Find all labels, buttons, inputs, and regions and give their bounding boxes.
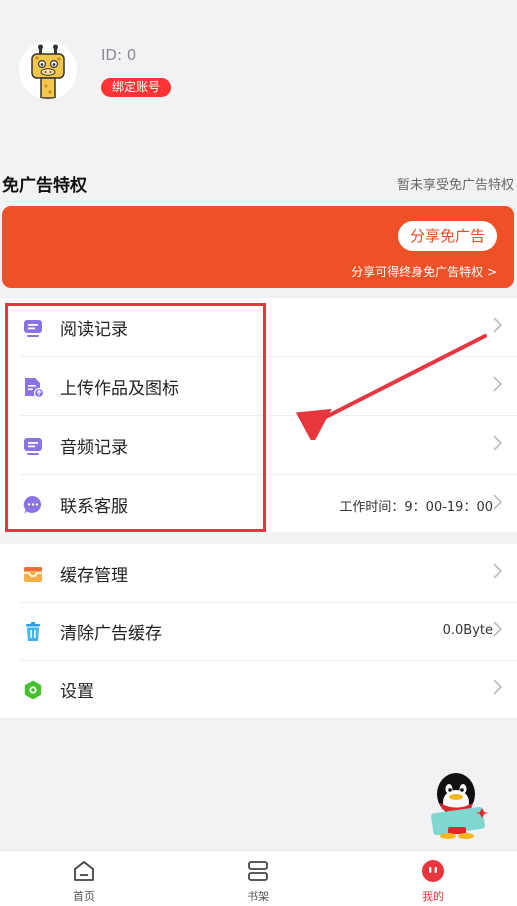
bookshelf-icon xyxy=(246,859,270,883)
home-icon xyxy=(72,859,96,883)
share-ad-free-button[interactable]: 分享免广告 xyxy=(397,221,497,251)
chevron-right-icon xyxy=(491,560,505,582)
chevron-right-icon xyxy=(491,432,505,454)
ad-free-section-title: 免广告特权 xyxy=(2,176,87,196)
join-qq-group-badge[interactable] xyxy=(418,772,496,842)
chevron-right-icon xyxy=(491,314,505,336)
tab-label: 书架 xyxy=(247,890,269,903)
chevron-right-icon xyxy=(491,618,505,640)
menu-item-clear-ad-cache[interactable]: 清除广告缓存 0.0Byte xyxy=(0,602,517,660)
qq-penguin-icon xyxy=(431,773,488,839)
menu-item-label: 设置 xyxy=(60,682,94,702)
gear-icon xyxy=(22,679,44,701)
menu-item-label: 缓存管理 xyxy=(60,566,128,586)
avatar[interactable] xyxy=(19,41,77,99)
chevron-right-icon xyxy=(491,676,505,698)
tab-label: 我的 xyxy=(422,890,444,903)
ad-free-promo-card[interactable]: 分享免广告 分享可得终身免广告特权 > xyxy=(2,206,514,288)
secondary-menu: 缓存管理 清除广告缓存 0.0Byte 设置 xyxy=(0,544,517,718)
tab-home[interactable]: 首页 xyxy=(34,851,134,906)
menu-item-cache-management[interactable]: 缓存管理 xyxy=(0,544,517,602)
giraffe-avatar-icon xyxy=(19,41,77,99)
ad-free-status: 暂未享受免广告特权 xyxy=(396,178,514,193)
annotation-arrow-icon xyxy=(295,334,487,440)
ad-cache-size: 0.0Byte xyxy=(442,623,493,638)
user-id: ID: 0 xyxy=(101,46,137,64)
bottom-tab-bar: 首页 书架 我的 xyxy=(0,850,517,906)
menu-item-label: 清除广告缓存 xyxy=(60,624,162,644)
chevron-right-icon xyxy=(491,373,505,395)
highlight-annotation-box xyxy=(5,303,266,532)
tab-profile[interactable]: 我的 xyxy=(383,851,483,906)
inbox-icon xyxy=(22,563,44,585)
share-promo-note[interactable]: 分享可得终身免广告特权 > xyxy=(351,263,497,280)
tab-label: 首页 xyxy=(73,890,95,903)
trash-icon xyxy=(22,621,44,643)
bind-account-button[interactable]: 绑定账号 xyxy=(101,78,172,97)
working-hours: 工作时间：9：00-19：00 xyxy=(339,500,493,515)
profile-icon xyxy=(421,859,445,883)
tab-bookshelf[interactable]: 书架 xyxy=(208,851,308,906)
menu-item-settings[interactable]: 设置 xyxy=(0,660,517,718)
chevron-right-icon xyxy=(491,491,505,513)
